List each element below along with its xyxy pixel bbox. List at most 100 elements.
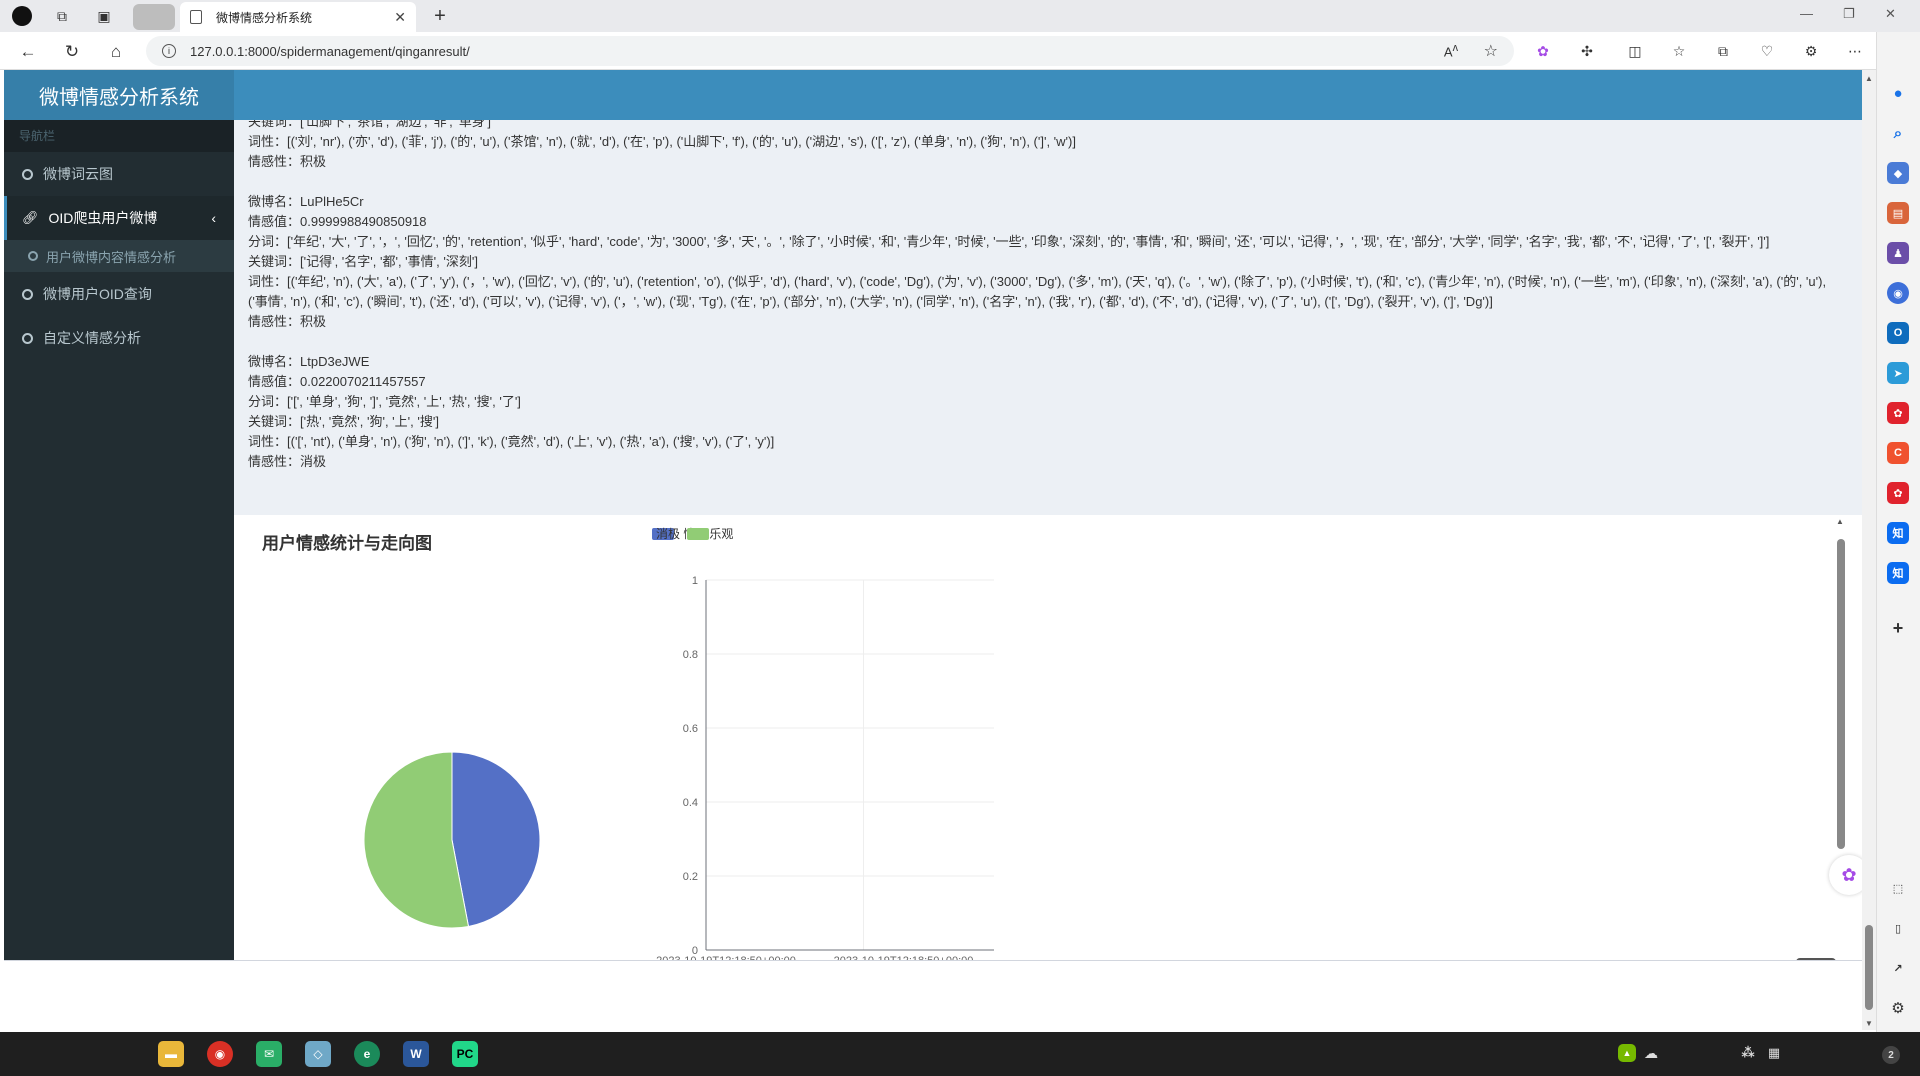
chart-scrollbar[interactable]: ▲ ▼ [1834,515,1848,880]
add-icon[interactable]: + [1887,617,1909,639]
pycharm-icon[interactable]: PC [452,1041,478,1067]
y-tick-label: 0.2 [683,871,698,883]
record-score: 情感值：0.9999988490850918 [248,214,427,229]
sidebar-item-oid-spider[interactable]: 🔗︎ OID爬虫用户微博 ‹ [4,196,234,240]
url-bar[interactable]: i 127.0.0.1:8000/spidermanagement/qingan… [146,36,1514,66]
legend-label-positive: 乐观 [709,527,734,541]
page-footer [4,960,1862,1030]
new-tab-icon[interactable]: + [428,4,452,28]
home-icon[interactable]: ⌂ [104,40,128,64]
games-icon[interactable]: ♟ [1887,242,1909,264]
record-sentiment: 情感性：积极 [248,154,327,169]
close-tab-icon[interactable]: ✕ [394,9,406,26]
notification-count-icon[interactable]: 2 [1882,1046,1900,1064]
extensions-icon[interactable]: ✣ [1576,40,1598,62]
sidebar-subitem-sentiment[interactable]: 用户微博内容情感分析 [4,240,234,272]
address-toolbar: ← ↻ ⌂ i 127.0.0.1:8000/spidermanagement/… [0,32,1920,70]
scroll-thumb[interactable] [1837,539,1845,849]
nvidia-tray-icon[interactable]: ▲ [1618,1044,1636,1062]
split-screen-icon[interactable]: ◫ [1624,40,1646,62]
close-window-icon[interactable]: ✕ [1885,6,1896,22]
screenshot-icon[interactable]: ⬚ [1887,877,1909,899]
outlook-icon[interactable]: O [1887,322,1909,344]
restore-icon[interactable]: ❐ [1843,6,1855,22]
chrome-icon[interactable]: ◉ [207,1041,233,1067]
sidebar-toggle-icon[interactable]: ▯ [1887,917,1909,939]
copilot-icon[interactable]: ✿ [1532,40,1554,62]
huawei-icon-2[interactable]: ✿ [1887,482,1909,504]
y-tick-label: 1 [692,575,698,587]
huawei-icon[interactable]: ✿ [1887,402,1909,424]
favorite-star-icon[interactable]: ☆ [1484,41,1498,61]
sidebar-item-oid-query[interactable]: 微博用户OID查询 [4,272,234,316]
record-pos: 词性：[('[', 'nt'), ('单身', 'n'), ('狗', 'n')… [248,434,775,449]
url-text: 127.0.0.1:8000/spidermanagement/qinganre… [190,43,470,59]
zhihu-icon-2[interactable]: 知 [1887,562,1909,584]
send-icon[interactable]: ➤ [1887,362,1909,384]
notes-app-icon[interactable]: ◇ [305,1041,331,1067]
circle-icon [22,332,33,344]
app-logo-title[interactable]: 微博情感分析系统 [4,70,234,120]
tag-icon[interactable]: ◆ [1887,162,1909,184]
cloud-tray-icon[interactable]: ☁ [1640,1044,1662,1062]
minimize-icon[interactable]: — [1800,6,1813,21]
open-external-icon[interactable]: ↗ [1887,957,1909,979]
site-info-icon[interactable]: i [162,44,176,58]
inactive-tab[interactable] [133,4,175,30]
record-pos: 词性：[('年纪', 'n'), ('大', 'a'), ('了', 'y'),… [248,274,1827,309]
circle-app-icon[interactable]: ◉ [1887,282,1909,304]
active-tab[interactable]: 微博情感分析系统 ✕ [180,2,416,32]
main-content: 关键词：['山脚下', '茶馆', '湖边', '非', '单身'] 词性：[(… [234,120,1862,1030]
sidebar-item-custom-sentiment[interactable]: 自定义情感分析 [4,316,234,360]
chart-title: 用户情感统计与走向图 [262,534,432,553]
sidebar-item-label: 微博词云图 [43,166,113,182]
favorites-icon[interactable]: ☆ [1668,40,1690,62]
y-tick-label: 0.4 [683,797,698,809]
record-keywords: 关键词：['热', '竟然', '狗', '上', '搜'] [248,414,439,429]
y-tick-label: 0.6 [683,723,698,735]
link-icon: 🔗︎ [22,210,39,225]
collections-icon[interactable]: ⧉ [1712,40,1734,62]
file-explorer-icon[interactable]: ▬ [158,1041,184,1067]
notification-bell-icon[interactable]: ● [1887,82,1909,104]
wechat-icon[interactable]: ✉ [256,1041,282,1067]
page-scroll-up-icon[interactable]: ▲ [1865,74,1873,83]
performance-icon[interactable]: ⚙ [1800,40,1822,62]
chart-legend[interactable]: 消极 情 乐观 [652,525,733,542]
zhihu-icon[interactable]: 知 [1887,522,1909,544]
search-icon[interactable]: ⌕ [1887,122,1909,144]
refresh-icon[interactable]: ↻ [60,40,84,64]
record-keywords: 关键词：['山脚下', '茶馆', '湖边', '非', '单身'] [248,120,491,129]
page-scroll-down-icon[interactable]: ▼ [1865,1019,1873,1028]
copilot-float-icon[interactable]: ✿ [1829,855,1862,895]
page-scroll-thumb[interactable] [1865,925,1873,1010]
ime-tray-icon[interactable]: ⁂ [1738,1044,1758,1062]
sidebar-subitem-label: 用户微博内容情感分析 [46,249,177,265]
sidebar-item-label: OID爬虫用户微博 [48,210,158,226]
circle-icon [22,288,33,300]
back-icon[interactable]: ← [16,40,40,64]
edge-dev-icon[interactable]: e [354,1041,380,1067]
word-icon[interactable]: W [403,1041,429,1067]
record-2: 微博名：LtpD3eJWE 情感值：0.0220070211457557 分词：… [248,352,1848,472]
tools-icon[interactable]: ▤ [1887,202,1909,224]
browser-essentials-icon[interactable]: ♡ [1756,40,1778,62]
read-aloud-icon[interactable]: Aʌ [1444,42,1458,59]
grid-tray-icon[interactable]: ▦ [1764,1044,1784,1062]
more-menu-icon[interactable]: ⋯ [1844,40,1866,62]
sidebar-item-wordcloud[interactable]: 微博词云图 [4,152,234,196]
workspaces-icon[interactable]: ⧉ [50,4,74,28]
tab-actions-icon[interactable]: ▣ [92,4,116,28]
pie-slice-0[interactable] [451,751,541,928]
top-header: 微博情感分析系统 [4,70,1862,120]
record-1: 微博名：LuPlHe5Cr 情感值：0.9999988490850918 分词：… [248,192,1848,332]
page-scrollbar[interactable]: ▲ ▼ [1862,70,1876,1030]
record-pos: 词性：[('刘', 'nr'), ('亦', 'd'), ('菲', 'j'),… [248,134,1076,149]
profile-avatar-icon[interactable] [10,4,34,28]
scroll-up-arrow-icon[interactable]: ▲ [1836,517,1844,526]
c-app-icon[interactable]: C [1887,442,1909,464]
settings-gear-icon[interactable]: ⚙ [1887,997,1909,1019]
record-name: 微博名：LtpD3eJWE [248,354,370,369]
web-page: 微博情感分析系统 导航栏 微博词云图 🔗︎ OID爬虫用户微博 ‹ 用户微博内容… [4,70,1862,1030]
circle-icon [28,251,38,261]
